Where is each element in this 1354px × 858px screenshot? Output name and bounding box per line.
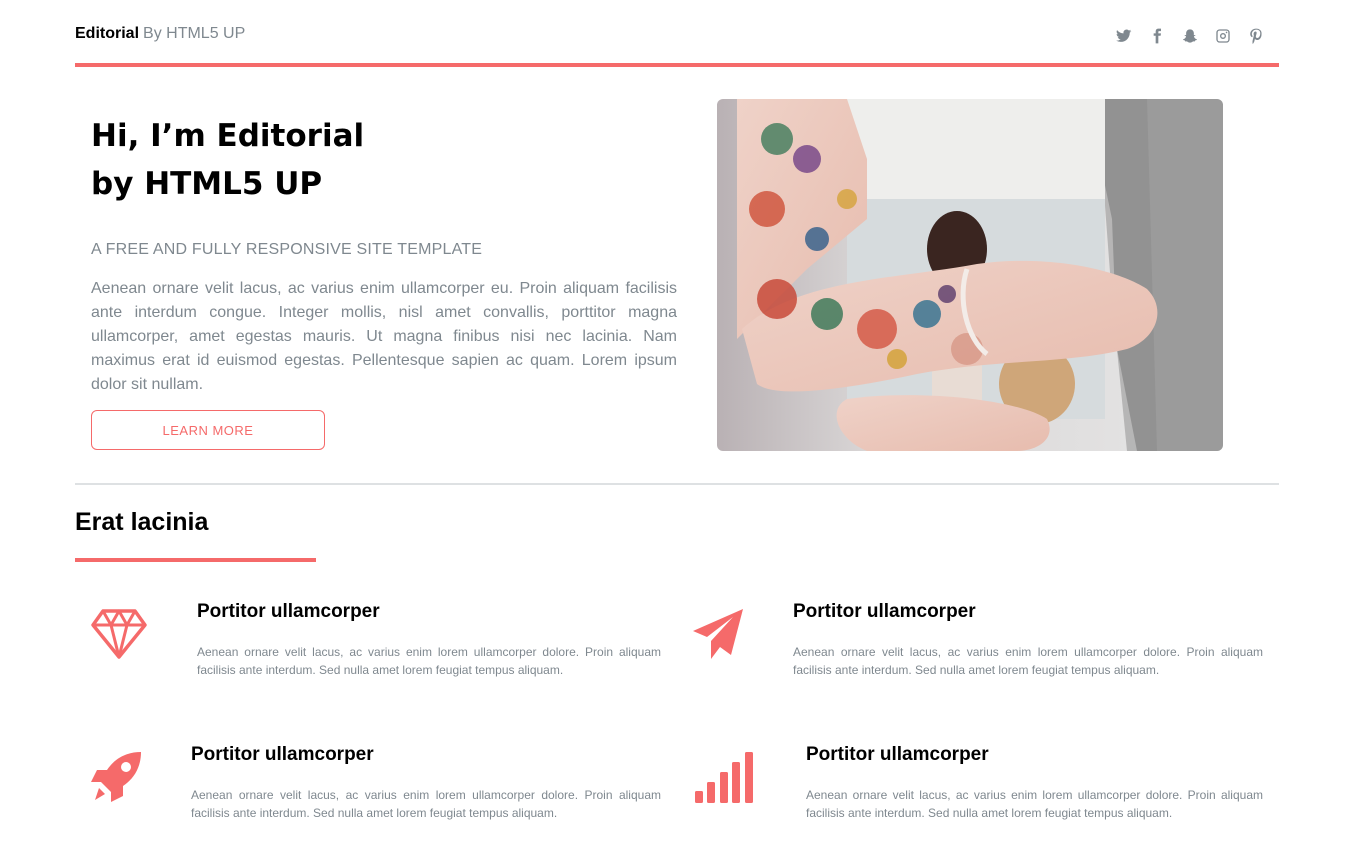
feature-text: Aenean ornare velit lacus, ac varius eni…	[806, 788, 1263, 820]
learn-more-button[interactable]: LEARN MORE	[91, 410, 325, 450]
social-icons	[1115, 27, 1265, 44]
instagram-icon[interactable]	[1214, 27, 1232, 44]
pinterest-icon[interactable]	[1247, 27, 1265, 44]
banner-subtitle: A FREE AND FULLY RESPONSIVE SITE TEMPLAT…	[91, 241, 483, 258]
site-logo[interactable]: Editorial By HTML5 UP	[75, 25, 245, 43]
facebook-icon[interactable]	[1148, 27, 1166, 44]
divider	[75, 483, 1279, 485]
feature-text: Aenean ornare velit lacus, ac varius eni…	[191, 788, 661, 820]
header: Editorial By HTML5 UP	[75, 0, 1279, 67]
rocket-icon	[91, 752, 141, 808]
banner-body: Aenean ornare velit lacus, ac varius eni…	[91, 280, 677, 393]
diamond-icon	[91, 609, 147, 664]
paper-plane-icon	[693, 609, 743, 664]
snapchat-icon[interactable]	[1181, 27, 1199, 44]
section-title: Erat lacinia	[75, 508, 209, 536]
banner-content: Hi, I’m Editorial by HTML5 UP A FREE AND…	[91, 112, 677, 397]
banner-image	[717, 99, 1223, 451]
section-title-underline	[75, 558, 316, 562]
logo-bold: Editorial	[75, 25, 140, 42]
feature-text: Aenean ornare velit lacus, ac varius eni…	[793, 645, 1263, 677]
feature-text: Aenean ornare velit lacus, ac varius eni…	[197, 645, 661, 677]
signal-icon	[695, 752, 753, 808]
logo-rest: By HTML5 UP	[143, 25, 246, 42]
banner-title: Hi, I’m Editorial by HTML5 UP	[91, 112, 677, 208]
twitter-icon[interactable]	[1115, 27, 1133, 44]
banner-title-line2: by HTML5 UP	[91, 166, 323, 202]
feature-title: Portitor ullamcorper	[191, 744, 374, 765]
feature-title: Portitor ullamcorper	[197, 601, 380, 622]
feature-title: Portitor ullamcorper	[793, 601, 976, 622]
banner-title-line1: Hi, I’m Editorial	[91, 118, 365, 154]
feature-title: Portitor ullamcorper	[806, 744, 989, 765]
